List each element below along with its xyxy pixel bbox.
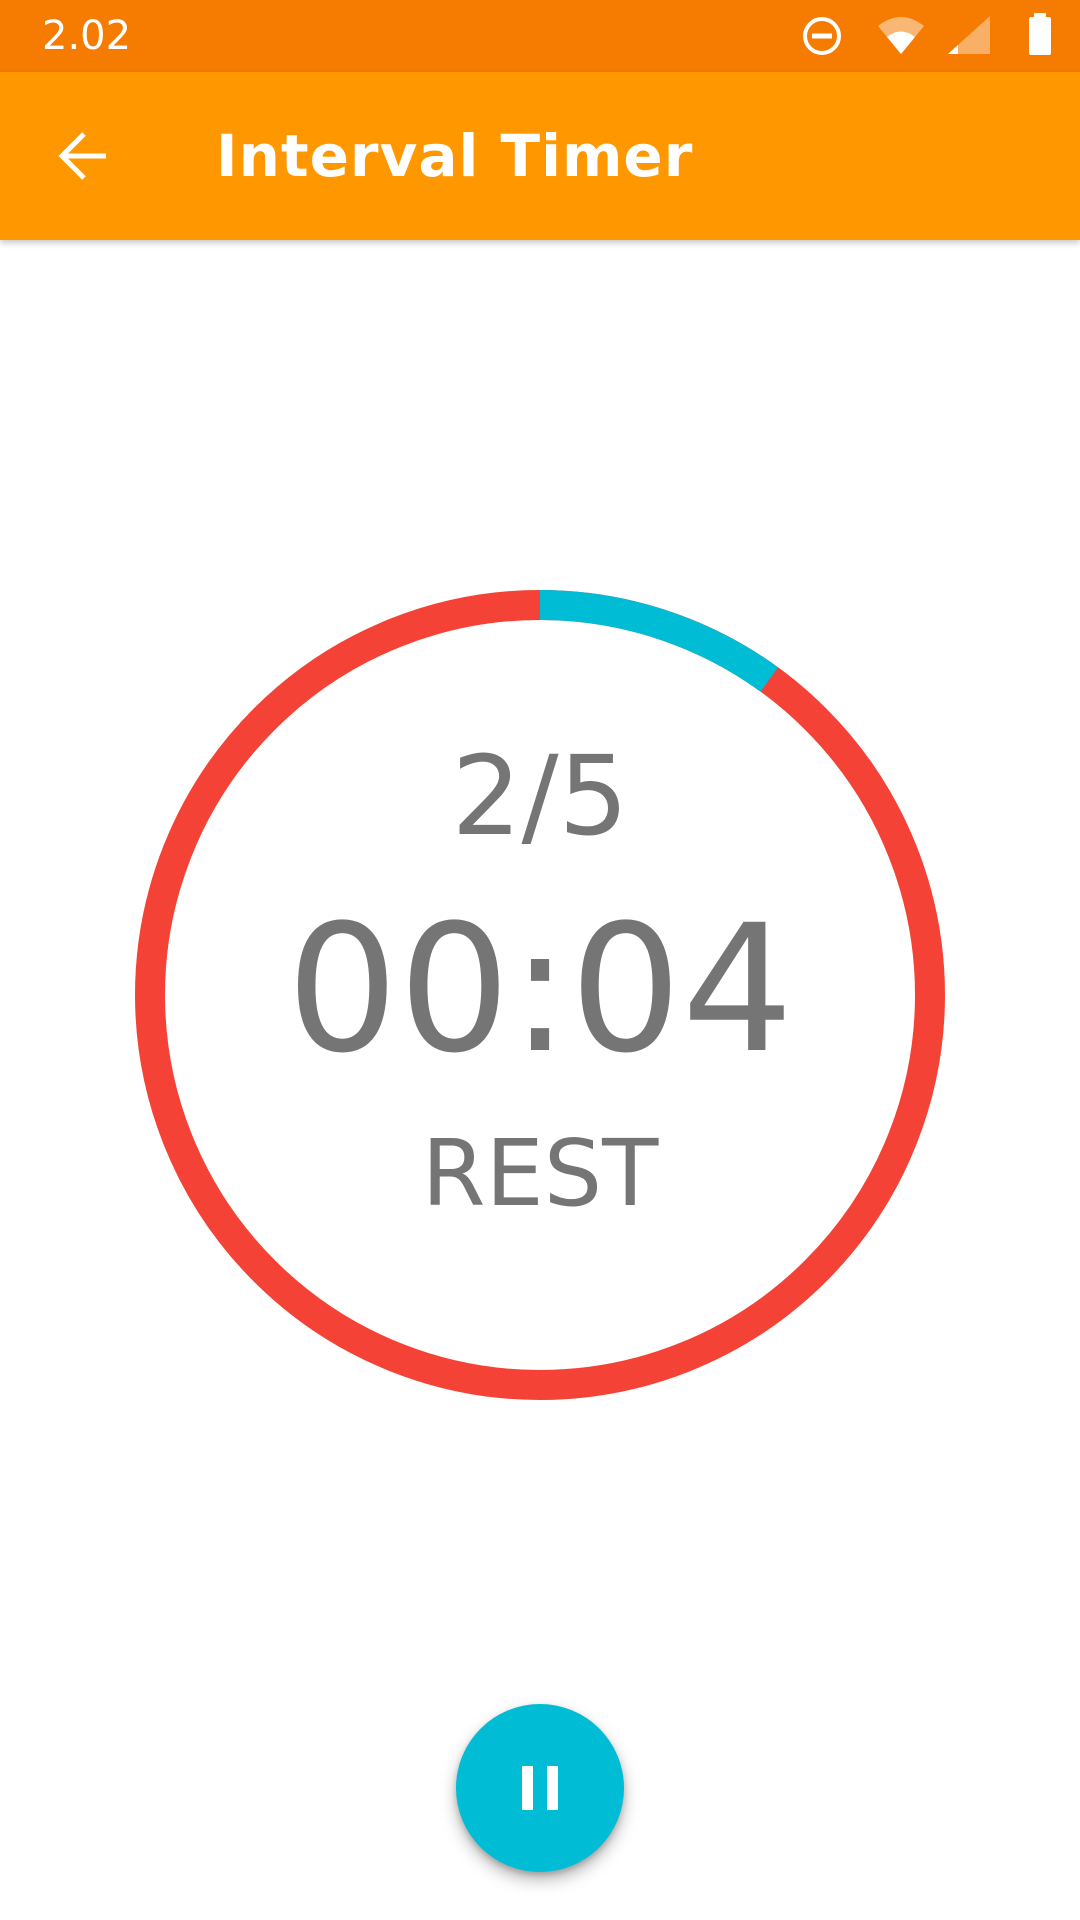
do-not-disturb-icon <box>803 17 841 55</box>
timer-ring-progress <box>539 590 779 692</box>
status-time: 2.02 <box>42 13 132 59</box>
pause-button[interactable] <box>456 1704 624 1872</box>
phase-label: REST <box>421 1120 659 1227</box>
wifi-icon <box>878 17 924 54</box>
arrow-back-icon <box>58 132 106 180</box>
battery-icon <box>1029 13 1051 55</box>
back-button[interactable] <box>36 108 132 204</box>
cellular-signal-icon <box>948 16 990 54</box>
status-bar: 2.02 <box>0 0 1080 72</box>
app-bar: Interval Timer <box>0 72 1080 240</box>
app-title: Interval Timer <box>216 122 694 190</box>
round-counter: 2/5 <box>451 732 629 860</box>
status-icons <box>800 0 1080 72</box>
time-display: 00:04 <box>286 887 794 1092</box>
pause-icon <box>522 1766 558 1810</box>
